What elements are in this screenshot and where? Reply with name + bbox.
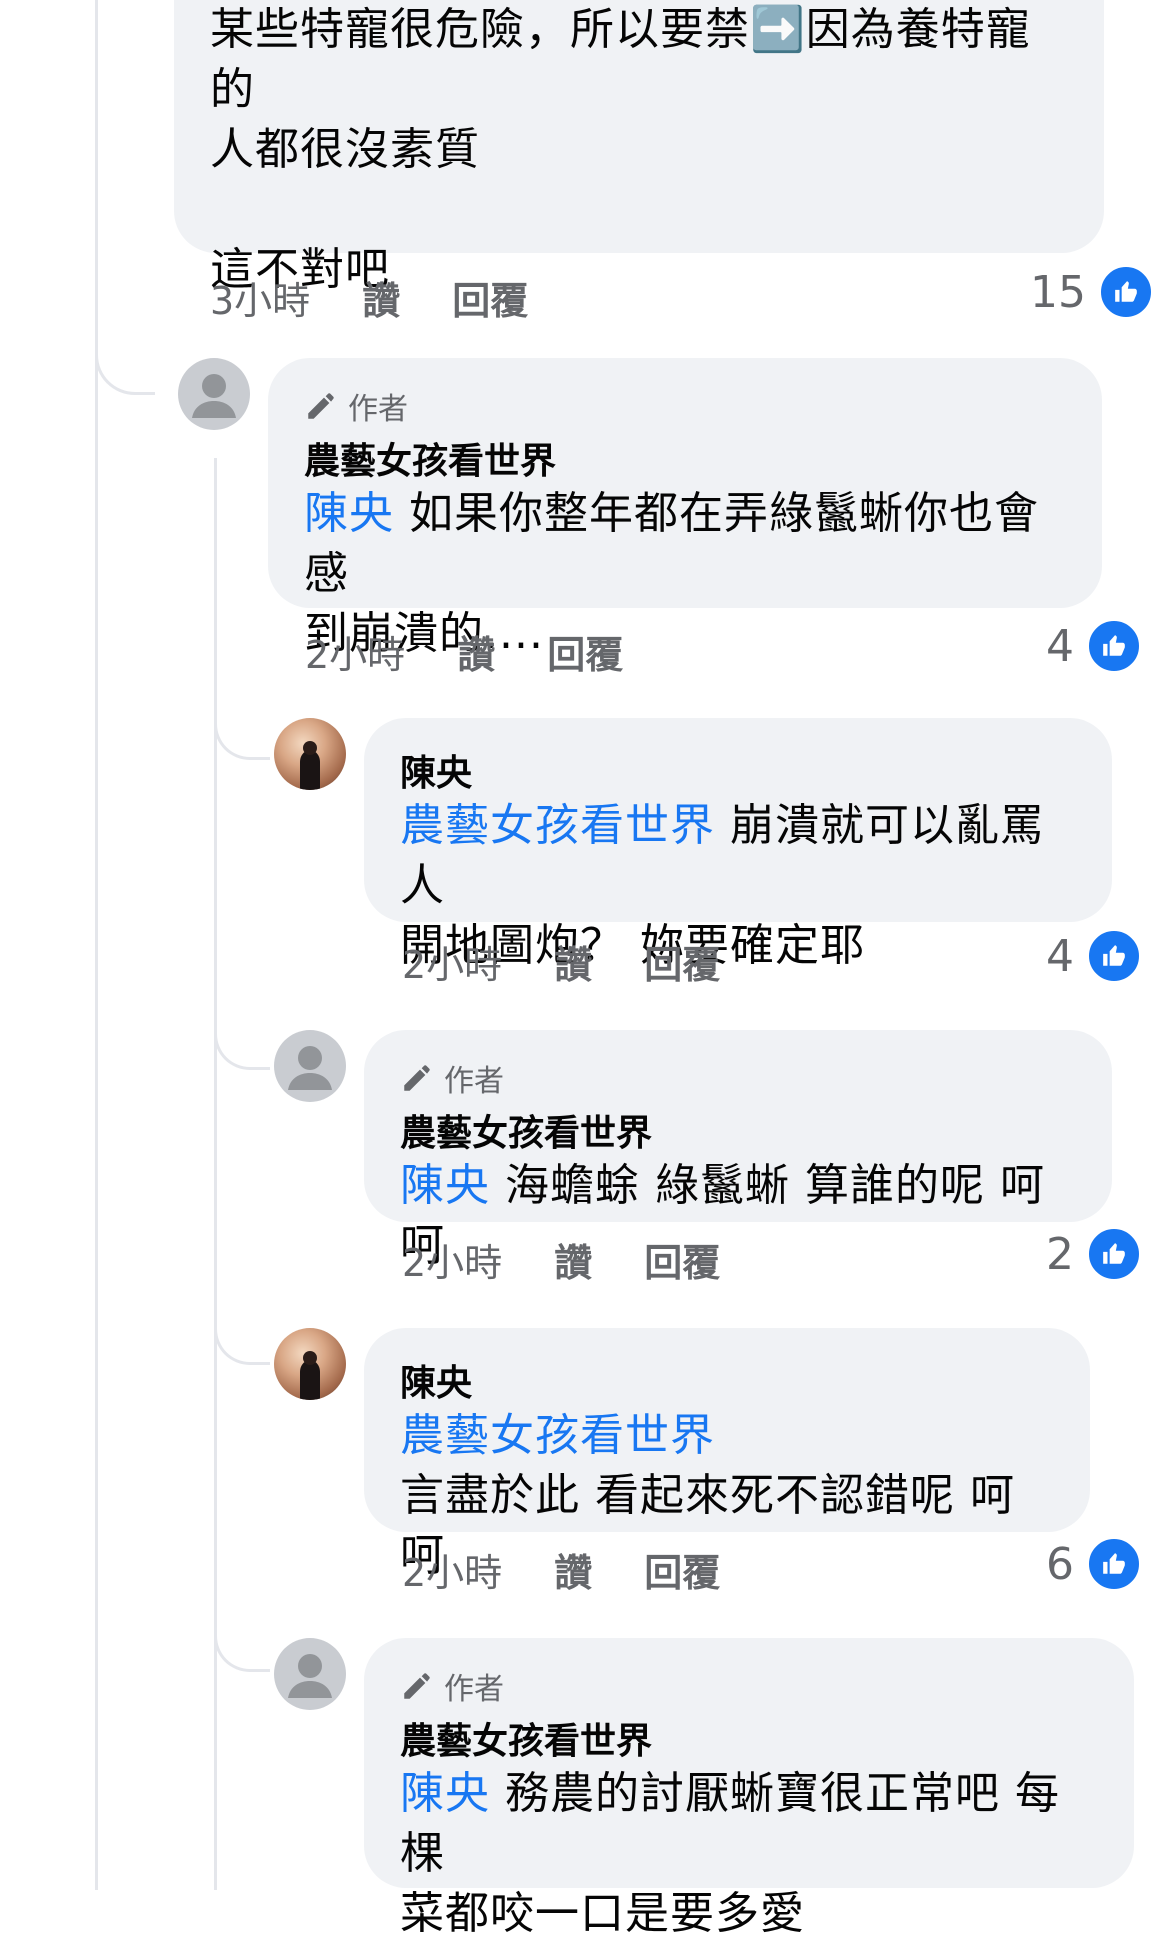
reply-text: 陳央 務農的討厭蜥寶很正常吧 每棵 [400, 1764, 1098, 1884]
commenter-name[interactable]: 農藝女孩看世界 [304, 432, 1066, 484]
thumbs-up-icon [1086, 1226, 1142, 1282]
commenter-name[interactable]: 農藝女孩看世界 [400, 1104, 1076, 1156]
pencil-icon [308, 393, 334, 419]
reply-meta-2: 2小時 讚 回覆 [402, 934, 772, 989]
like-count[interactable]: 6 [1046, 1536, 1142, 1592]
sub-connector-curve-2 [214, 1010, 270, 1070]
mention-link[interactable]: 農藝女孩看世界 [400, 1410, 715, 1461]
reply-bubble-1[interactable]: 作者 農藝女孩看世界 陳央 如果你整年都在弄綠鬣蜥你也會感 到崩潰的.... [268, 358, 1102, 659]
pencil-icon [404, 1673, 430, 1699]
top-comment-bubble[interactable]: 某些特寵很危險，所以要禁➡️因為養特寵的 人都很沒素質 這不對吧 [174, 0, 1104, 295]
avatar-default[interactable] [178, 358, 250, 430]
mention-line: 農藝女孩看世界 [400, 1406, 1054, 1466]
like-button[interactable]: 讚 [554, 1232, 592, 1287]
mention-link[interactable]: 陳央 [400, 1160, 490, 1211]
reply-text: 陳央 如果你整年都在弄綠鬣蜥你也會感 [304, 484, 1066, 604]
reply-text-line: 務農的討厭蜥寶很正常吧 每棵 [400, 1768, 1060, 1879]
like-count-number: 4 [1046, 620, 1074, 672]
sub-connector-curve-4 [214, 1612, 270, 1672]
comment-time: 3小時 [210, 279, 311, 323]
reply-bubble-3[interactable]: 作者 農藝女孩看世界 陳央 海蟾蜍 綠鬣蜥 算誰的呢 呵呵 [364, 1030, 1112, 1271]
thread-line-sub [214, 458, 217, 1890]
mention-link[interactable]: 陳央 [304, 488, 394, 539]
like-count-number: 15 [1030, 266, 1086, 318]
comment-text-line: 某些特寵很危險，所以要禁➡️因為養特寵的 [210, 4, 1031, 115]
reply-button[interactable]: 回覆 [452, 270, 528, 325]
avatar-photo[interactable] [274, 1328, 346, 1400]
author-badge: 作者 [400, 1664, 1098, 1708]
like-count-number: 2 [1046, 1228, 1074, 1280]
like-count[interactable]: 15 [1030, 264, 1154, 320]
reply-button[interactable]: 回覆 [644, 934, 720, 989]
like-button[interactable]: 讚 [554, 1542, 592, 1597]
reply-bubble-4[interactable]: 陳央 農藝女孩看世界 言盡於此 看起來死不認錯呢 呵呵 [364, 1328, 1090, 1581]
top-comment-meta: 3小時 讚 回覆 [210, 270, 580, 325]
sub-connector-curve-1 [214, 700, 270, 760]
reply-bubble-2[interactable]: 陳央 農藝女孩看世界 崩潰就可以亂罵人 開地圖炮？ 妳要確定耶 [364, 718, 1112, 971]
reply-text-line: 菜都咬一口是要多愛 [400, 1888, 805, 1939]
author-badge: 作者 [304, 384, 1066, 428]
reply-button[interactable]: 回覆 [547, 624, 623, 679]
reply-button[interactable]: 回覆 [644, 1542, 720, 1597]
comment-text-line: 人都很沒素質 [210, 124, 480, 175]
comment-time: 2小時 [402, 1241, 503, 1285]
commenter-name[interactable]: 農藝女孩看世界 [400, 1712, 1098, 1764]
comment-time: 2小時 [402, 1551, 503, 1595]
thumbs-up-icon [1086, 618, 1142, 674]
like-button[interactable]: 讚 [457, 624, 495, 679]
comment-time: 2小時 [402, 943, 503, 987]
author-badge: 作者 [400, 1056, 1076, 1100]
mention-link[interactable]: 陳央 [400, 1768, 490, 1819]
sub-connector-curve-3 [214, 1305, 270, 1365]
author-badge-label: 作者 [444, 1064, 504, 1099]
reply-meta-1: 2小時 讚 回覆 [305, 624, 675, 679]
like-button[interactable]: 讚 [554, 934, 592, 989]
avatar-default[interactable] [274, 1030, 346, 1102]
like-count-number: 4 [1046, 930, 1074, 982]
reply-meta-3: 2小時 讚 回覆 [402, 1232, 772, 1287]
reply-text: 農藝女孩看世界 崩潰就可以亂罵人 [400, 796, 1076, 916]
reply-button[interactable]: 回覆 [644, 1232, 720, 1287]
reply-meta-4: 2小時 讚 回覆 [402, 1542, 772, 1597]
thumbs-up-icon [1086, 1536, 1142, 1592]
author-badge-label: 作者 [444, 1672, 504, 1707]
avatar-photo[interactable] [274, 718, 346, 790]
like-count[interactable]: 4 [1046, 618, 1142, 674]
commenter-name[interactable]: 陳央 [400, 744, 1076, 796]
thumbs-up-icon [1086, 928, 1142, 984]
reply-bubble-5[interactable]: 作者 農藝女孩看世界 陳央 務農的討厭蜥寶很正常吧 每棵 菜都咬一口是要多愛 [364, 1638, 1134, 1939]
thread-line-main [95, 0, 98, 1890]
like-button[interactable]: 讚 [362, 270, 400, 325]
thumbs-up-icon [1098, 264, 1154, 320]
like-count-number: 6 [1046, 1538, 1074, 1590]
avatar-default[interactable] [274, 1638, 346, 1710]
pencil-icon [404, 1065, 430, 1091]
commenter-name[interactable]: 陳央 [400, 1354, 1054, 1406]
comment-time: 2小時 [305, 633, 406, 677]
like-count[interactable]: 4 [1046, 928, 1142, 984]
author-badge-label: 作者 [348, 392, 408, 427]
reply-text-line: 如果你整年都在弄綠鬣蜥你也會感 [304, 488, 1039, 599]
mention-link[interactable]: 農藝女孩看世界 [400, 800, 715, 851]
thread-connector-curve [95, 330, 155, 395]
like-count[interactable]: 2 [1046, 1226, 1142, 1282]
